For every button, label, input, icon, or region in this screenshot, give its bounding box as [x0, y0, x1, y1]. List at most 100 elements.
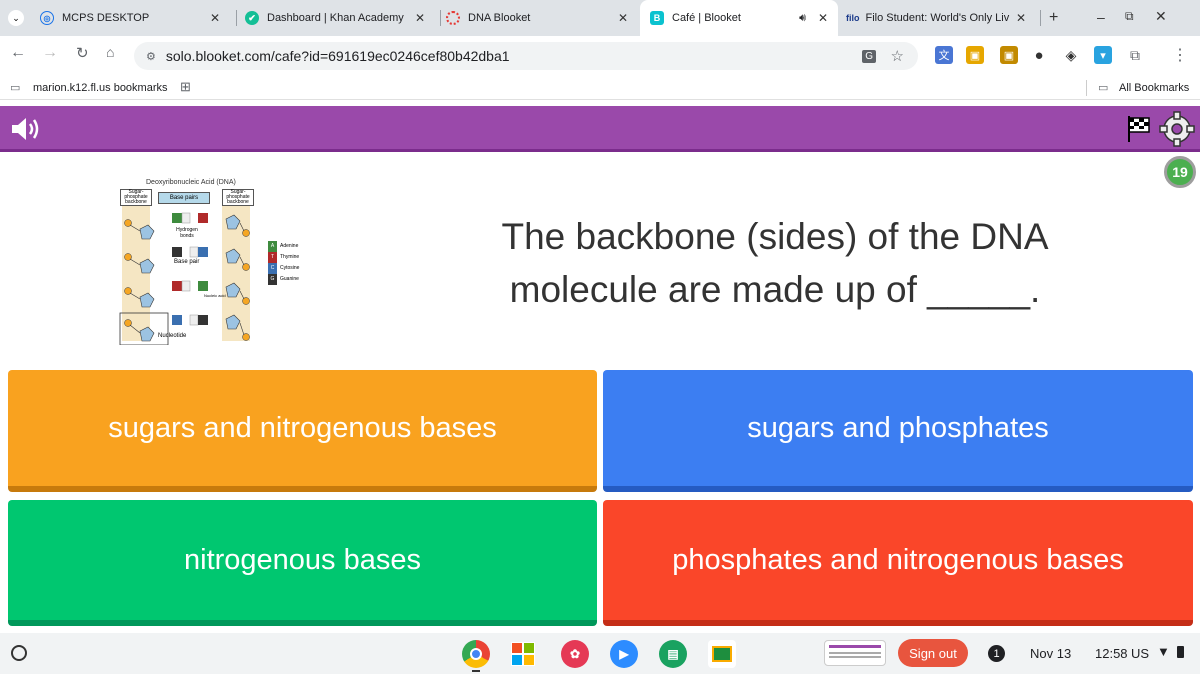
diagram-title: Deoxyribonucleic Acid (DNA) [146, 179, 236, 186]
tote-thumbnail[interactable] [824, 640, 886, 666]
close-icon[interactable]: ✕ [210, 11, 220, 25]
tab-title: Dashboard | Khan Academy [267, 12, 404, 24]
close-icon[interactable]: ✕ [1016, 11, 1026, 25]
nucleotide-label: Nucleotide [158, 333, 187, 339]
battery-icon[interactable] [1177, 646, 1184, 658]
tab-dna-blooket[interactable]: DNA Blooket ✕ [446, 0, 638, 36]
minimize-icon[interactable]: – [1097, 9, 1105, 25]
race-flag-icon[interactable] [1124, 112, 1154, 144]
game-header [0, 106, 1200, 152]
filo-icon: filo [846, 13, 860, 23]
tab-search-chevron-icon[interactable]: ⌄ [8, 10, 24, 26]
bookmarks-bar: ▭ marion.k12.fl.us bookmarks ⊞ ▭ All Boo… [0, 76, 1200, 100]
close-icon[interactable]: ✕ [415, 11, 425, 25]
lock-extension-icon[interactable]: ▣ [1000, 46, 1018, 64]
classroom-icon[interactable]: ▤ [659, 640, 687, 668]
notification-badge[interactable]: 1 [988, 645, 1005, 662]
dna-diagram: Deoxyribonucleic Acid (DNA) Sugar-phosph… [118, 175, 318, 345]
divider [1086, 80, 1087, 96]
sound-icon[interactable] [8, 114, 42, 144]
address-bar[interactable]: ⚙︎ solo.blooket.com/cafe?id=691619ec0246… [134, 42, 918, 70]
base-pair-label: Base pair [174, 259, 200, 265]
tab-title: DNA Blooket [468, 12, 531, 24]
microsoft-icon[interactable] [511, 642, 535, 666]
question-text: The backbone (sides) of the DNA molecule… [501, 216, 1049, 310]
bookmark-folder-icon: ▭ [10, 82, 21, 94]
answer-option-3[interactable]: nitrogenous bases [8, 500, 597, 626]
legend-item: C Cytosine [268, 263, 299, 274]
tab-strip: ⌄ ◎ MCPS DESKTOP ✕ ✔ Dashboard | Khan Ac… [0, 0, 1200, 36]
nucleic-acid-label: Nucleic acid [204, 293, 226, 298]
timer-value: 19 [1172, 164, 1188, 180]
pin-extension-icon[interactable]: ● [1030, 46, 1048, 64]
date-label[interactable]: Nov 13 [1030, 646, 1071, 661]
answer-text: nitrogenous bases [184, 544, 421, 576]
zoom-icon[interactable]: ▶ [610, 640, 638, 668]
legend-item: T Thymine [268, 252, 299, 263]
tab-separator [440, 10, 441, 26]
region-label[interactable]: US [1131, 646, 1149, 661]
tab-khan-academy[interactable]: ✔ Dashboard | Khan Academy ✕ [245, 0, 435, 36]
launcher-icon[interactable] [11, 645, 27, 661]
legend-item: G Guanine [268, 274, 299, 285]
blooket-icon: B [650, 11, 664, 25]
tab-filo[interactable]: filo Filo Student: World's Only Liv ✕ [846, 0, 1036, 36]
apps-grid-icon[interactable]: ⊞ [180, 79, 191, 95]
reload-icon[interactable]: ↻ [76, 44, 89, 62]
answer-option-2[interactable]: sugars and phosphates [603, 370, 1193, 492]
sign-out-button[interactable]: Sign out [898, 639, 968, 667]
settings-gear-icon[interactable] [1158, 110, 1196, 148]
all-bookmarks-folder-icon: ▭ [1098, 82, 1109, 94]
loading-spinner-icon [446, 11, 460, 25]
base-pairs-label: Base pairs [158, 192, 210, 204]
question-area: 19 Deoxyribonucleic Acid (DNA) Sugar-pho… [0, 155, 1200, 633]
tab-cafe-blooket[interactable]: B Café | Blooket 🔊︎ ✕ [640, 0, 838, 36]
chrome-icon[interactable] [462, 640, 490, 668]
bookmark-folder[interactable]: marion.k12.fl.us bookmarks [33, 82, 168, 94]
legend-item: A Adenine [268, 241, 299, 252]
translate-extension-icon[interactable]: 文 [935, 46, 953, 64]
profile-extension-icon[interactable]: ▾ [1094, 46, 1112, 64]
extensions-puzzle-icon[interactable]: ⧉ [1126, 46, 1144, 64]
google-classroom-icon[interactable] [708, 640, 736, 668]
bookmark-star-icon[interactable]: ☆ [891, 47, 904, 65]
answer-text: sugars and phosphates [747, 412, 1049, 444]
tab-title: Filo Student: World's Only Liv [865, 12, 1010, 24]
back-icon[interactable]: ← [10, 44, 26, 62]
close-icon[interactable]: ✕ [818, 11, 828, 25]
lock-extension-icon[interactable]: ▣ [966, 46, 984, 64]
dna-ladder [119, 212, 250, 345]
address-url[interactable]: solo.blooket.com/cafe?id=691619ec0246cef… [166, 48, 510, 64]
translate-icon[interactable]: G [862, 49, 876, 63]
new-tab-icon[interactable]: + [1049, 9, 1058, 27]
os-shelf [0, 633, 1200, 674]
sign-out-label: Sign out [909, 645, 957, 661]
wifi-icon[interactable]: ▼ [1157, 644, 1170, 659]
forward-icon[interactable]: → [42, 44, 58, 62]
site-info-icon[interactable]: ⚙︎ [146, 50, 156, 63]
tab-globe-icon: ◎ [40, 11, 54, 25]
answer-text: sugars and nitrogenous bases [108, 412, 497, 444]
tab-separator [1040, 10, 1041, 26]
base-legend: A Adenine T Thymine C Cytosine G Guanine [268, 241, 299, 285]
speaker-icon[interactable]: 🔊︎ [799, 12, 806, 25]
restore-icon[interactable]: ⧉ [1125, 9, 1134, 24]
answer-option-4[interactable]: phosphates and nitrogenous bases [603, 500, 1193, 626]
all-bookmarks[interactable]: All Bookmarks [1119, 82, 1189, 94]
backbone-left-label: Sugar-phosphate backbone [120, 189, 152, 206]
khan-academy-icon: ✔ [245, 11, 259, 25]
tab-mcps-desktop[interactable]: ◎ MCPS DESKTOP ✕ [40, 0, 230, 36]
diamond-extension-icon[interactable]: ◈ [1062, 46, 1080, 64]
canvas-paint-icon[interactable]: ✿ [561, 640, 589, 668]
close-icon[interactable]: ✕ [618, 11, 628, 25]
hydrogen-bonds-label: Hydrogen bonds [176, 227, 198, 239]
home-icon[interactable]: ⌂ [106, 44, 114, 60]
time-label[interactable]: 12:58 [1095, 646, 1128, 661]
chrome-running-indicator [472, 670, 480, 672]
timer-badge: 19 [1164, 156, 1196, 188]
answer-text: phosphates and nitrogenous bases [672, 544, 1124, 576]
menu-more-icon[interactable]: ⋮ [1171, 46, 1189, 64]
close-window-icon[interactable]: ✕ [1155, 8, 1167, 25]
answer-option-1[interactable]: sugars and nitrogenous bases [8, 370, 597, 492]
tab-title: MCPS DESKTOP [62, 12, 150, 24]
